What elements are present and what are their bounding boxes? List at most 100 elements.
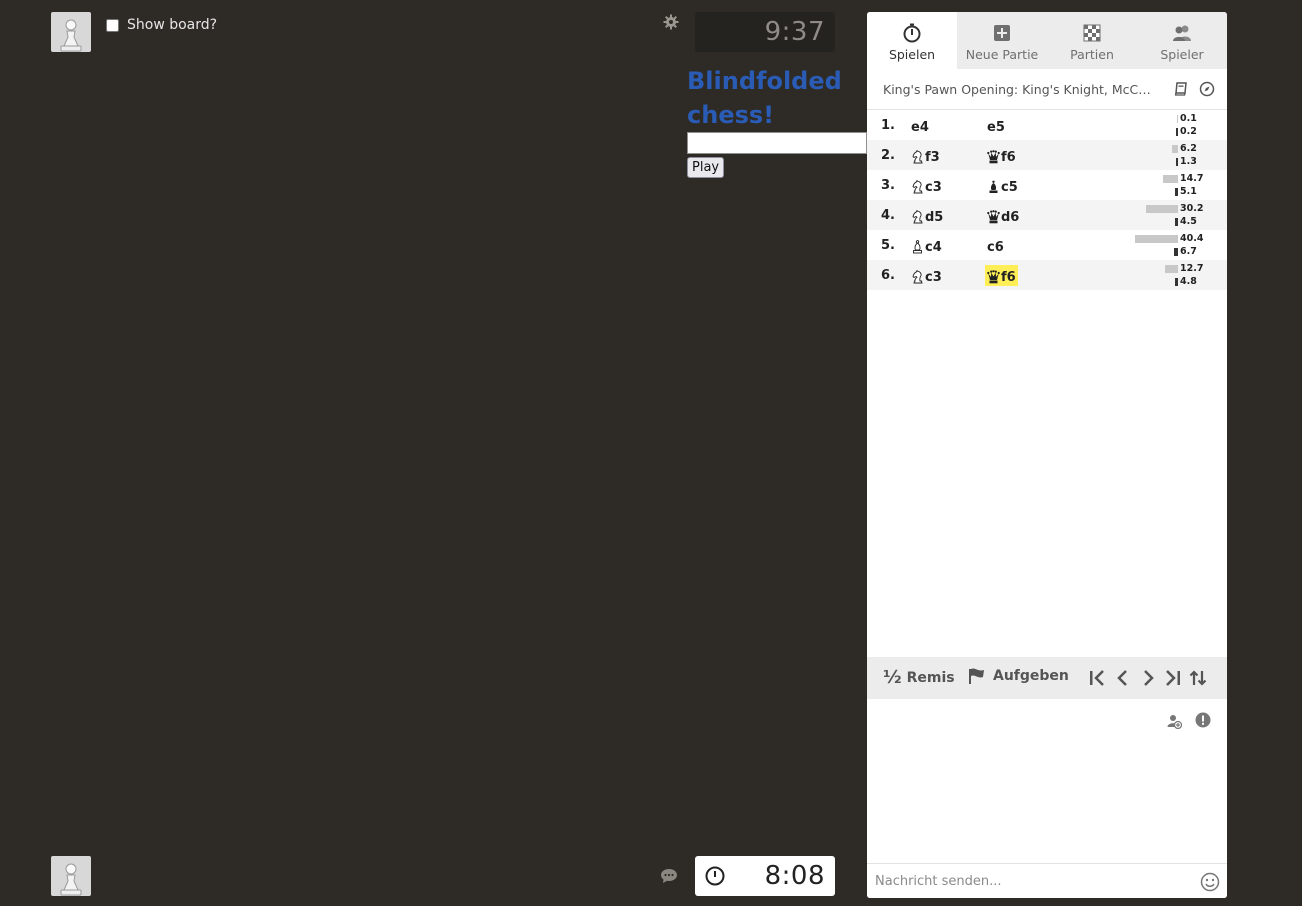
white-time-bar <box>1146 205 1178 213</box>
game-controls: ½ Remis Aufgeben <box>867 657 1227 699</box>
tab-neue-partie[interactable]: Neue Partie <box>957 12 1047 69</box>
players-icon <box>1173 25 1191 41</box>
black-move[interactable]: f6 <box>985 145 1018 166</box>
next-move-button[interactable] <box>1138 669 1158 687</box>
move-times: 40.4 6.7 <box>1135 233 1227 259</box>
show-board-checkbox[interactable] <box>106 18 119 32</box>
opening-name[interactable]: King's Pawn Opening: King's Knight, McCo… <box>883 82 1153 97</box>
tab-label: Spieler <box>1160 47 1204 62</box>
top-player-avatar[interactable] <box>51 12 91 52</box>
white-move-text: c4 <box>925 239 942 255</box>
show-board-toggle[interactable]: Show board? <box>106 17 217 33</box>
piece-icon <box>911 240 924 254</box>
play-button[interactable]: Play <box>687 157 725 178</box>
flip-board-icon <box>1189 670 1207 686</box>
stopwatch-icon <box>903 23 921 43</box>
black-move-text: f6 <box>1001 149 1016 165</box>
chevron-right-icon <box>1144 670 1154 686</box>
black-time-line: 4.5 <box>1137 216 1227 228</box>
knight-icon <box>912 180 923 194</box>
piece-icon <box>911 180 924 194</box>
white-time-bar <box>1165 265 1178 273</box>
white-move[interactable]: c4 <box>909 235 944 256</box>
move-times: 6.2 1.3 <box>1137 143 1227 169</box>
white-move-text: f3 <box>925 149 940 165</box>
plus-square-icon <box>994 25 1010 41</box>
piece-icon <box>987 270 1000 284</box>
show-board-label: Show board? <box>127 17 218 33</box>
emoji-icon[interactable] <box>1200 872 1220 892</box>
move-row: 5. c4 c6 40.4 6.7 <box>867 230 1227 260</box>
white-move[interactable]: c3 <box>909 265 944 286</box>
chat-input-row <box>867 863 1227 898</box>
white-move-text: c3 <box>925 179 942 195</box>
draw-button[interactable]: ½ Remis <box>883 667 955 688</box>
bottom-clock-time: 8:08 <box>764 861 825 891</box>
flip-board-button[interactable] <box>1188 669 1208 687</box>
white-move[interactable]: f3 <box>909 145 942 166</box>
black-move[interactable]: c6 <box>985 235 1006 256</box>
move-number: 4. <box>881 208 895 223</box>
white-move[interactable]: c3 <box>909 175 944 196</box>
tab-spieler[interactable]: Spieler <box>1137 12 1227 69</box>
black-move[interactable]: d6 <box>985 205 1021 226</box>
black-move-text: c6 <box>987 239 1004 255</box>
white-move[interactable]: d5 <box>909 205 945 226</box>
white-move-text: d5 <box>925 209 944 225</box>
gear-icon[interactable] <box>663 14 679 30</box>
compass-icon[interactable] <box>1199 81 1215 97</box>
white-move[interactable]: e4 <box>909 115 931 136</box>
black-time-value: 1.3 <box>1180 156 1197 167</box>
black-time-bar <box>1176 128 1178 136</box>
tab-partien[interactable]: Partien <box>1047 12 1137 69</box>
tab-bar: Spielen Neue Partie Partien Spieler <box>867 12 1227 69</box>
chessboard-icon <box>1083 24 1101 42</box>
black-move[interactable]: e5 <box>985 115 1007 136</box>
chat-input[interactable] <box>875 870 1185 892</box>
move-row: 2. f3 f6 6.2 1.3 <box>867 140 1227 170</box>
prev-move-button[interactable] <box>1113 669 1133 687</box>
white-time-value: 14.7 <box>1180 173 1204 184</box>
add-user-icon[interactable] <box>1166 713 1182 729</box>
move-times: 12.7 4.8 <box>1137 263 1227 289</box>
white-time-bar <box>1177 115 1178 123</box>
last-move-icon <box>1166 670 1180 686</box>
white-move-text: e4 <box>911 119 929 135</box>
black-time-line: 6.7 <box>1137 246 1227 258</box>
top-clock-time: 9:37 <box>764 17 825 47</box>
tab-spielen[interactable]: Spielen <box>867 12 957 69</box>
side-panel: Spielen Neue Partie Partien Spieler King… <box>867 12 1227 898</box>
black-time-value: 0.2 <box>1180 126 1197 137</box>
white-time-value: 0.1 <box>1180 113 1197 124</box>
black-move[interactable]: c5 <box>985 175 1020 196</box>
first-move-icon <box>1090 670 1104 686</box>
white-time-value: 40.4 <box>1180 233 1204 244</box>
pawn-avatar-icon <box>60 863 82 896</box>
first-move-button[interactable] <box>1087 669 1107 687</box>
move-times: 14.7 5.1 <box>1137 173 1227 199</box>
move-list: 1. e4 e5 0.1 0.2 2. f3 f6 6.2 1.3 3. c3 c5 14.7 5.1 4. d… <box>867 110 1227 290</box>
last-move-button[interactable] <box>1163 669 1183 687</box>
report-icon[interactable] <box>1195 712 1211 728</box>
queen-icon <box>987 270 1000 284</box>
white-time-line: 40.4 <box>1135 233 1227 245</box>
queen-icon <box>987 210 1000 224</box>
white-time-value: 6.2 <box>1180 143 1197 154</box>
move-input[interactable] <box>687 132 867 154</box>
white-time-line: 0.1 <box>1137 113 1227 125</box>
white-time-line: 12.7 <box>1137 263 1227 275</box>
resign-label: Aufgeben <box>993 668 1069 684</box>
book-icon[interactable] <box>1173 81 1189 97</box>
black-time-value: 4.8 <box>1180 276 1197 287</box>
chat-bubble-icon[interactable] <box>660 868 678 884</box>
flag-icon <box>969 668 984 684</box>
knight-icon <box>912 270 923 284</box>
knight-icon <box>912 210 923 224</box>
bottom-player-avatar[interactable] <box>51 856 91 896</box>
resign-button[interactable]: Aufgeben <box>967 667 1069 685</box>
queen-icon <box>987 150 1000 164</box>
black-time-bar <box>1174 248 1178 256</box>
white-time-bar <box>1135 235 1178 243</box>
opening-bar: King's Pawn Opening: King's Knight, McCo… <box>867 69 1227 110</box>
black-move[interactable]: f6 <box>985 265 1018 286</box>
